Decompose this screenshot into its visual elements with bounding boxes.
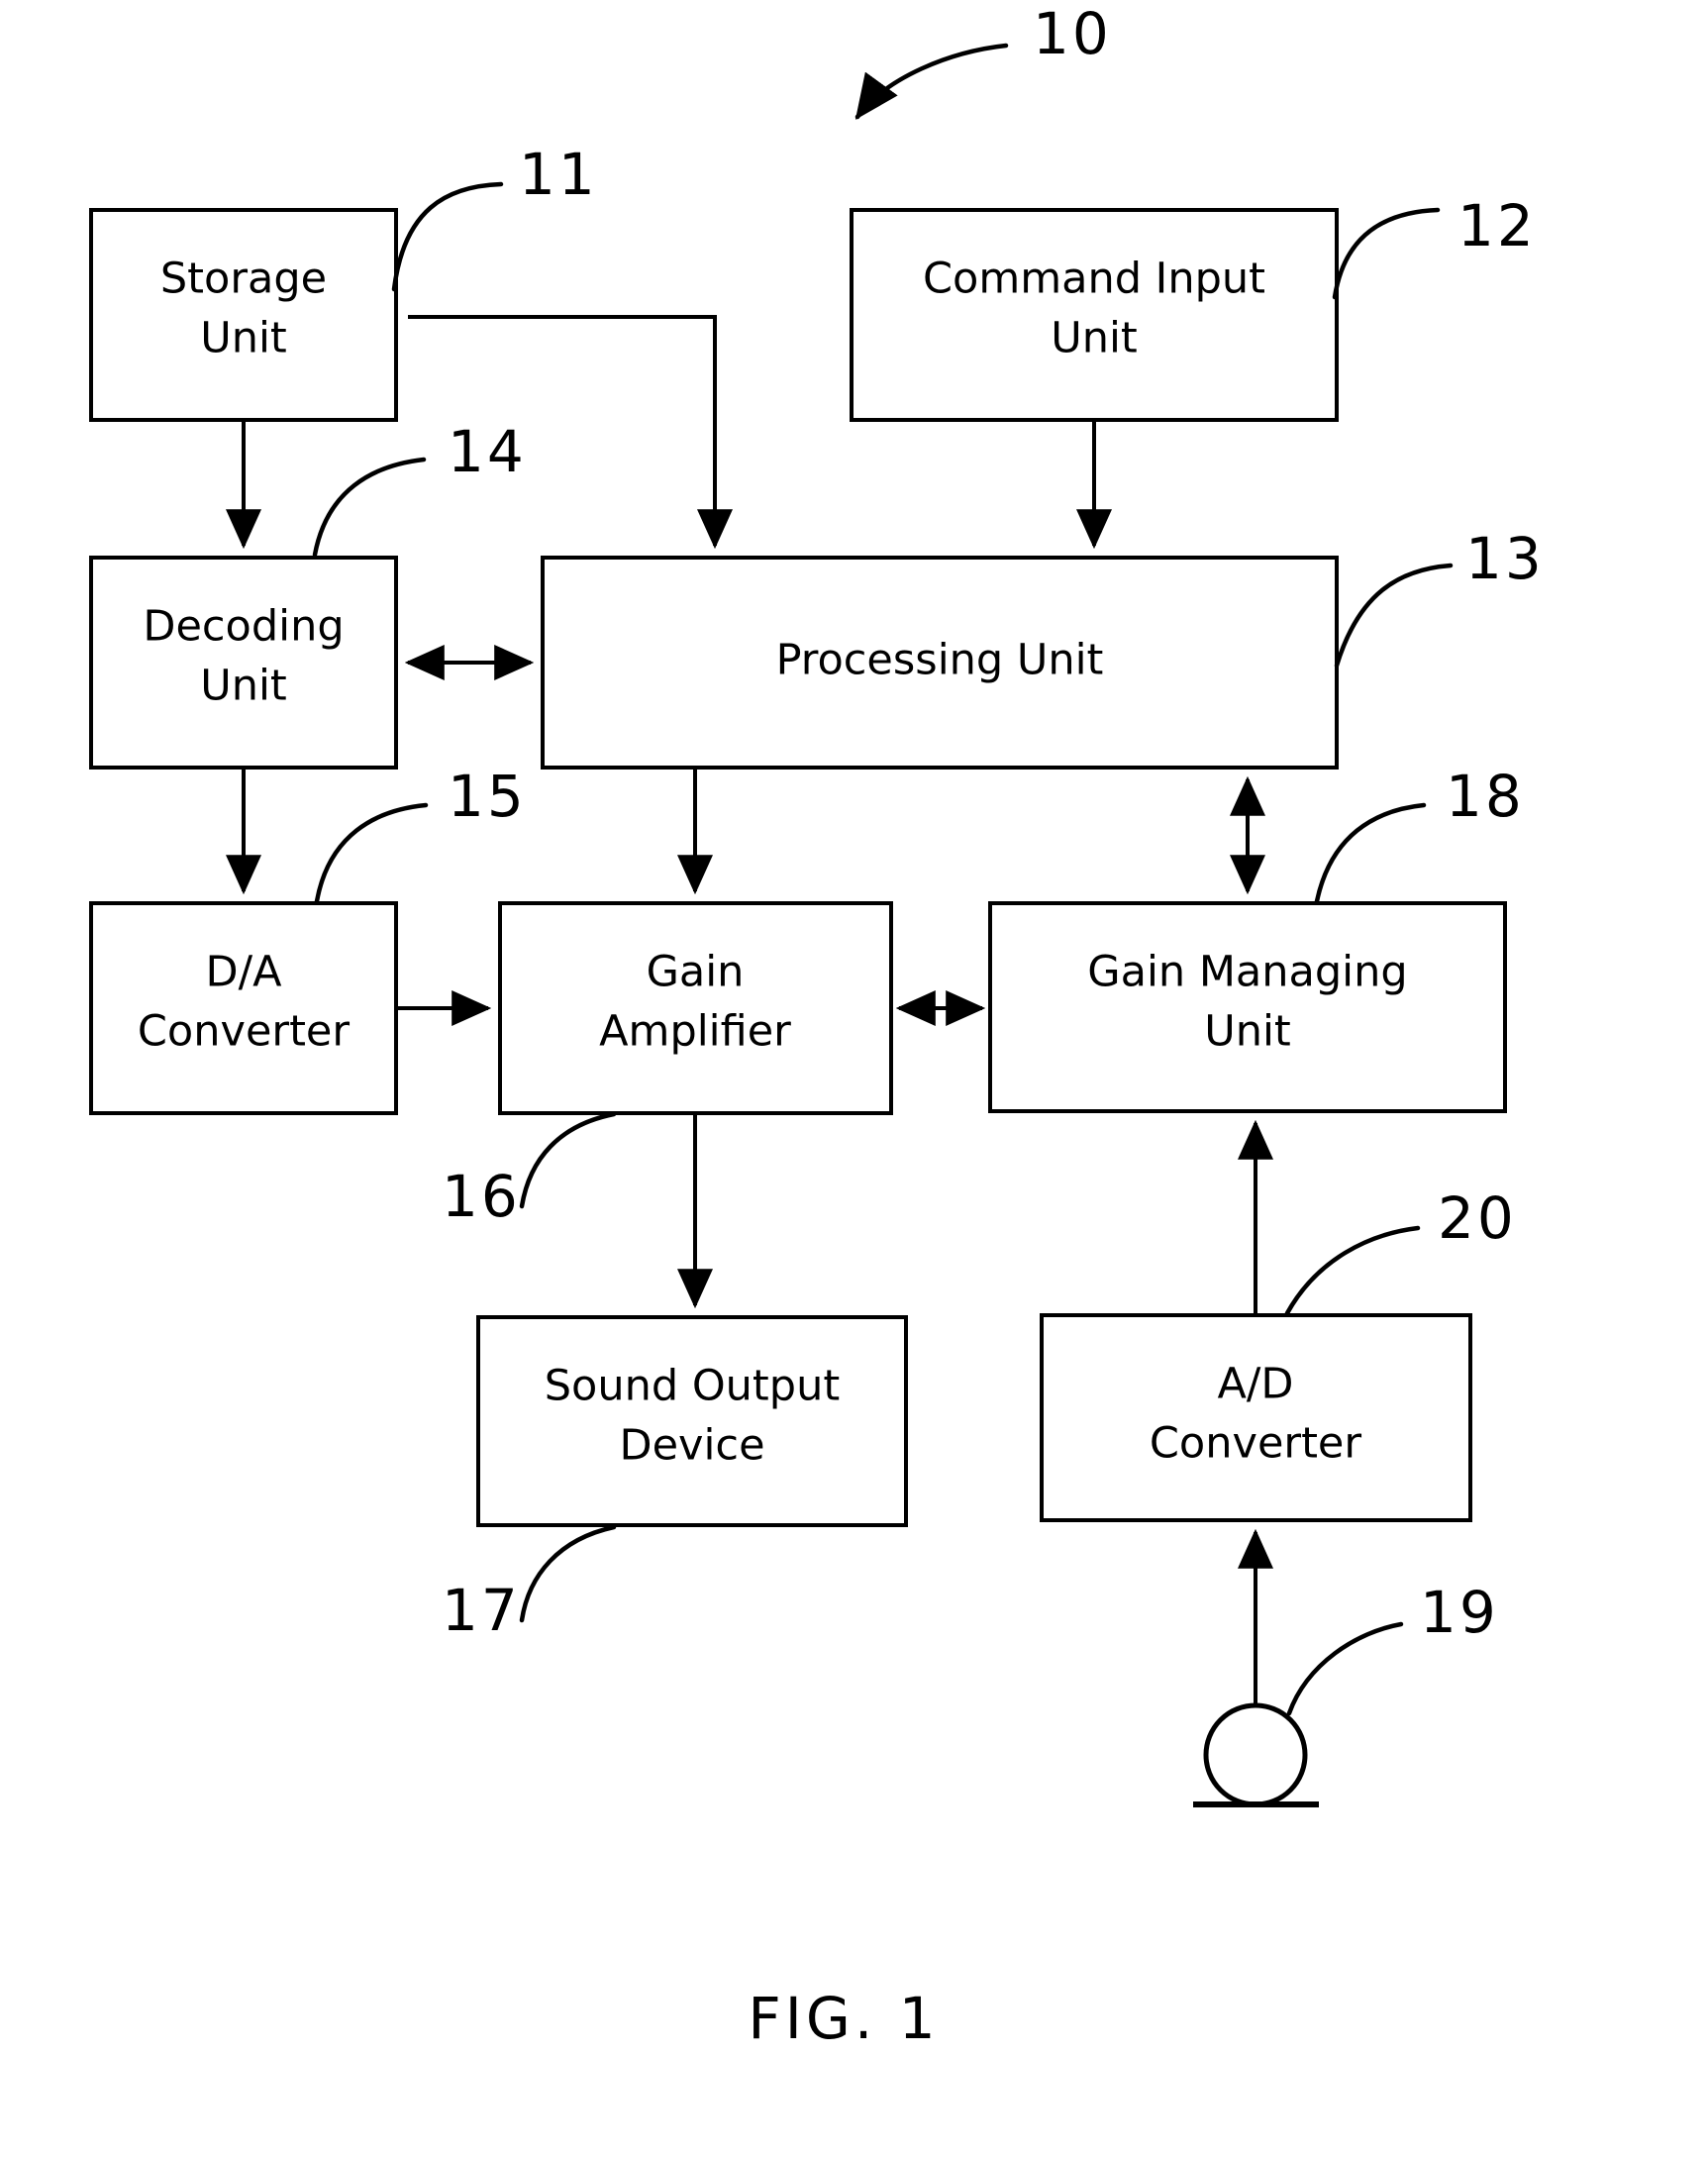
figure-canvas: 10 Storage Unit 11 Command Input Unit 12… bbox=[89, 0, 1545, 2052]
ref-leader-17 bbox=[519, 1524, 617, 1623]
figure-caption: FIG. 1 bbox=[748, 1985, 939, 2052]
ref-number-10: 10 bbox=[1033, 0, 1112, 67]
block-gain-amplifier: Gain Amplifier bbox=[498, 901, 893, 1115]
decoding-unit-label-line1: Decoding bbox=[143, 602, 344, 652]
block-da-converter: D/A Converter bbox=[89, 901, 398, 1115]
sound-output-device-label-line2: Device bbox=[619, 1421, 764, 1471]
ad-converter-label-line2: Converter bbox=[1150, 1419, 1361, 1469]
decoding-unit-label-line2: Unit bbox=[200, 662, 287, 711]
ref-number-19: 19 bbox=[1420, 1579, 1499, 1646]
gain-amplifier-label-line1: Gain bbox=[647, 948, 745, 997]
patent-figure-1: 10 Storage Unit 11 Command Input Unit 12… bbox=[0, 0, 1708, 2159]
ref-number-20: 20 bbox=[1438, 1184, 1517, 1252]
block-processing-unit: Processing Unit bbox=[541, 556, 1339, 770]
block-sound-output-device: Sound Output Device bbox=[476, 1315, 908, 1527]
gain-amplifier-label-line2: Amplifier bbox=[599, 1007, 791, 1057]
ref-number-14: 14 bbox=[448, 418, 527, 485]
ad-converter-box bbox=[1040, 1313, 1472, 1522]
ref-leader-16 bbox=[519, 1111, 617, 1209]
ref-leader-20 bbox=[1284, 1225, 1421, 1316]
command-input-unit-label-line1: Command Input bbox=[923, 255, 1265, 304]
block-decoding-unit: Decoding Unit bbox=[89, 556, 398, 770]
ref-number-17: 17 bbox=[442, 1577, 521, 1644]
ref-leader-15 bbox=[314, 802, 429, 904]
block-storage-unit: Storage Unit bbox=[89, 208, 398, 422]
ref-leader-11 bbox=[391, 181, 504, 292]
ref-number-16: 16 bbox=[442, 1163, 521, 1230]
ref-leader-13 bbox=[1334, 563, 1454, 668]
da-converter-label-line1: D/A bbox=[205, 948, 282, 997]
block-gain-managing-unit: Gain Managing Unit bbox=[988, 901, 1507, 1113]
da-converter-label-line2: Converter bbox=[138, 1007, 350, 1057]
ref-number-11: 11 bbox=[519, 141, 598, 208]
block-ad-converter: A/D Converter bbox=[1040, 1313, 1472, 1522]
microphone-circle-icon bbox=[1203, 1702, 1308, 1807]
ad-converter-label-line1: A/D bbox=[1217, 1360, 1293, 1409]
command-input-unit-label-line2: Unit bbox=[1051, 314, 1138, 363]
ref-leader-12 bbox=[1332, 207, 1441, 300]
block-command-input-unit: Command Input Unit bbox=[850, 208, 1339, 422]
system-ref-leader bbox=[854, 43, 1009, 120]
microphone-symbol bbox=[1193, 1702, 1319, 1807]
ref-number-13: 13 bbox=[1465, 525, 1545, 592]
ref-leader-19 bbox=[1286, 1621, 1404, 1716]
ref-number-18: 18 bbox=[1446, 763, 1525, 830]
sound-output-device-label-line1: Sound Output bbox=[545, 1362, 840, 1411]
storage-unit-label-line1: Storage bbox=[160, 255, 327, 304]
ref-leader-14 bbox=[312, 457, 427, 558]
gain-managing-unit-label-line2: Unit bbox=[1204, 1007, 1291, 1057]
gain-managing-unit-label-line1: Gain Managing bbox=[1087, 948, 1407, 997]
ref-number-15: 15 bbox=[448, 763, 527, 830]
ref-leader-18 bbox=[1314, 802, 1427, 904]
ref-number-12: 12 bbox=[1457, 192, 1537, 259]
processing-unit-label: Processing Unit bbox=[776, 636, 1104, 685]
storage-unit-label-line2: Unit bbox=[200, 314, 287, 363]
